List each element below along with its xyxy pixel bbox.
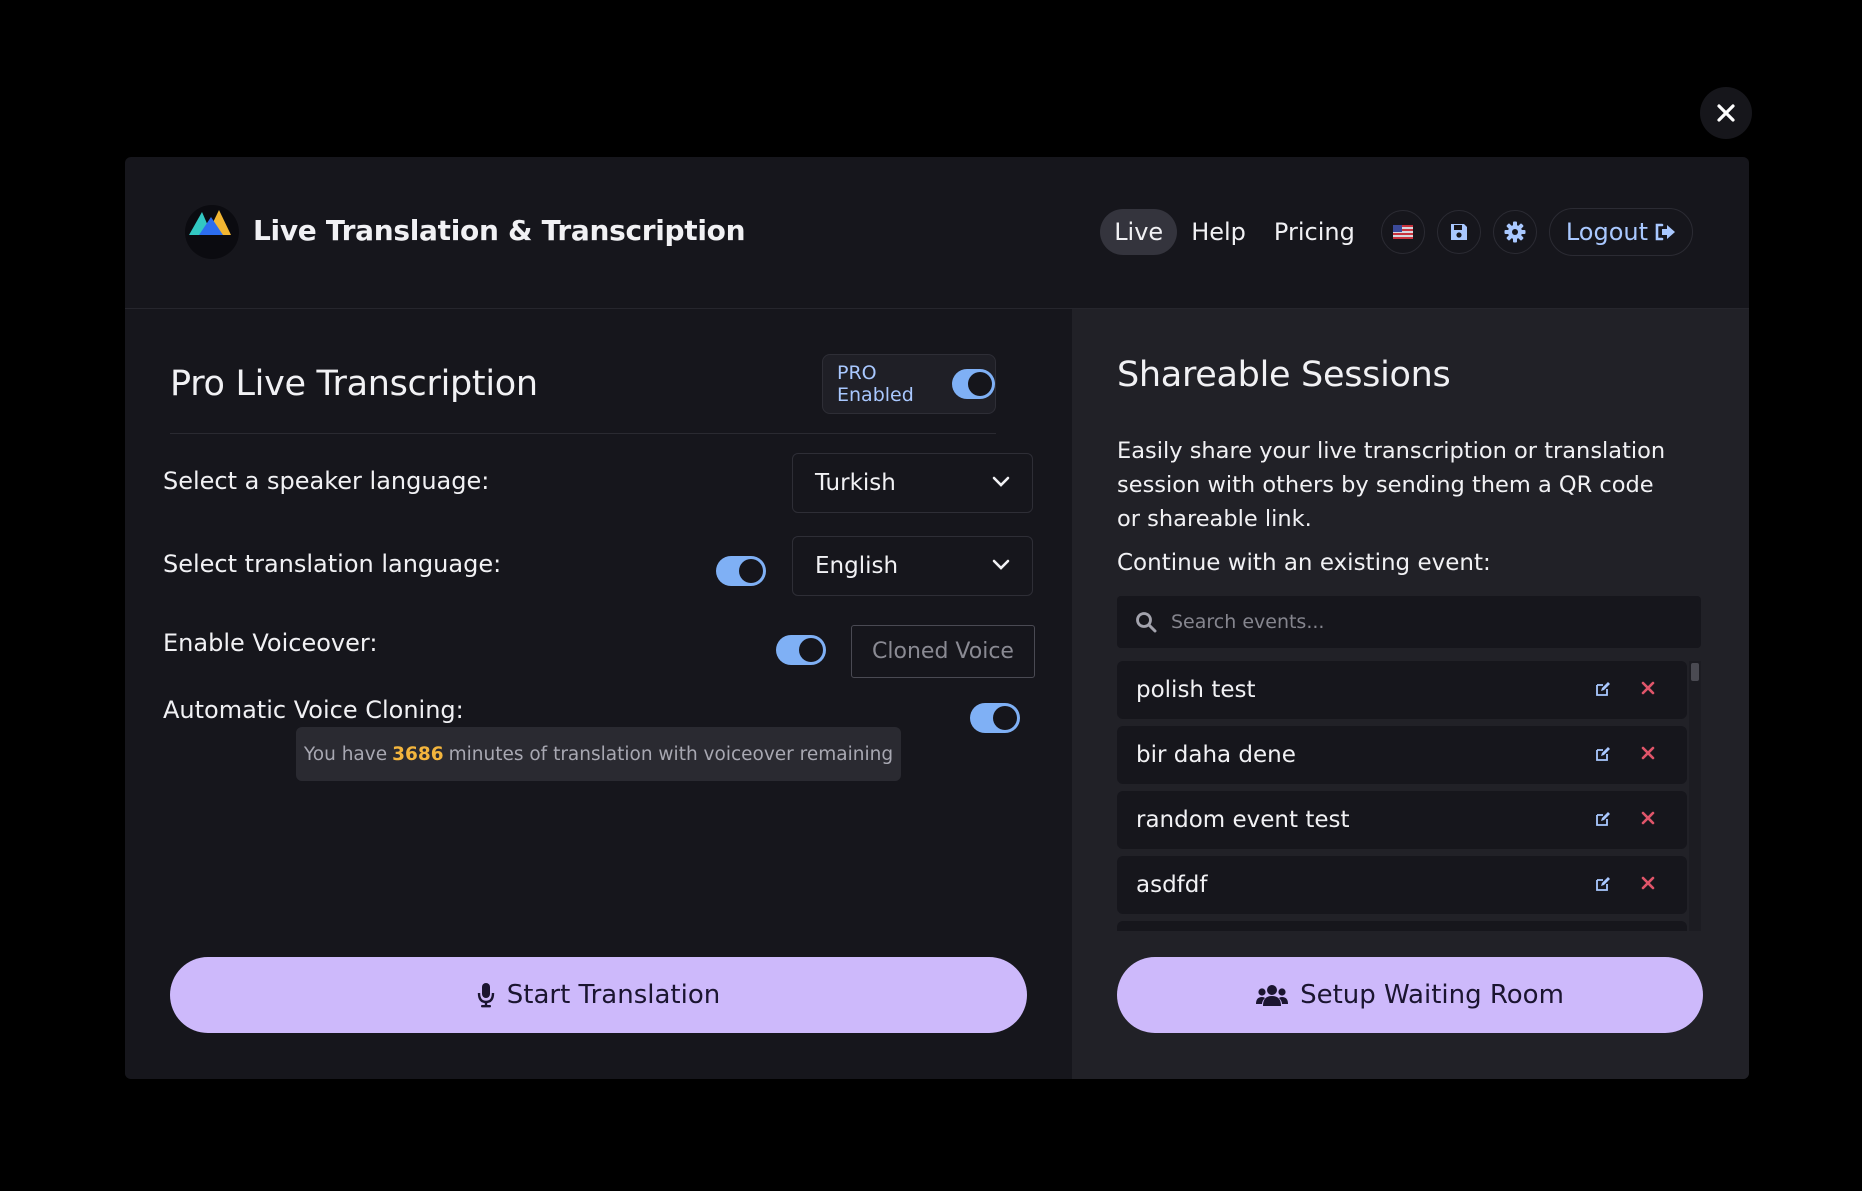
setup-waiting-room-button[interactable]: Setup Waiting Room bbox=[1117, 957, 1703, 1033]
cloned-voice-field[interactable] bbox=[851, 625, 1035, 678]
event-name: polish test bbox=[1136, 677, 1256, 703]
edit-icon[interactable] bbox=[1595, 681, 1611, 697]
logout-icon bbox=[1655, 223, 1675, 241]
modal: Live Translation & Transcription Live He… bbox=[125, 157, 1749, 1079]
scrollbar-thumb[interactable] bbox=[1691, 663, 1699, 681]
translation-language-label: Select translation language: bbox=[163, 550, 502, 578]
nav-live[interactable]: Live bbox=[1100, 209, 1178, 255]
events-scrollbar[interactable] bbox=[1689, 661, 1701, 931]
shareable-sessions-panel: Shareable Sessions Easily share your liv… bbox=[1072, 309, 1749, 1079]
list-item[interactable]: random event test bbox=[1117, 791, 1687, 849]
app-header: Live Translation & Transcription Live He… bbox=[125, 157, 1749, 309]
close-icon bbox=[1717, 104, 1735, 122]
delete-icon[interactable] bbox=[1641, 811, 1655, 825]
list-item[interactable]: polish test bbox=[1117, 661, 1687, 719]
voiceover-toggle[interactable] bbox=[776, 635, 826, 665]
auto-clone-label: Automatic Voice Cloning: bbox=[163, 696, 464, 724]
event-search[interactable] bbox=[1117, 596, 1701, 648]
minutes-count: 3686 bbox=[392, 743, 444, 765]
auto-clone-toggle[interactable] bbox=[970, 703, 1020, 733]
pro-enabled-label: PRO Enabled bbox=[837, 362, 914, 406]
divider bbox=[170, 433, 996, 434]
settings-button[interactable] bbox=[1492, 210, 1537, 254]
list-item[interactable]: bir daha dene bbox=[1117, 726, 1687, 784]
sessions-description: Easily share your live transcription or … bbox=[1117, 438, 1666, 532]
events-list: polish test bir daha dene random event t… bbox=[1117, 661, 1701, 931]
translation-toggle[interactable] bbox=[716, 556, 766, 586]
top-nav: Live Help Pricing Logout bbox=[1100, 207, 1693, 257]
event-name: random event test bbox=[1136, 807, 1350, 833]
save-icon bbox=[1450, 224, 1467, 240]
language-flag-button[interactable] bbox=[1380, 210, 1425, 254]
voiceover-label: Enable Voiceover: bbox=[163, 629, 378, 657]
logout-label: Logout bbox=[1565, 218, 1648, 246]
logout-button[interactable]: Logout bbox=[1548, 208, 1693, 256]
microphone-icon bbox=[477, 983, 494, 1008]
delete-icon[interactable] bbox=[1641, 876, 1655, 890]
chevron-down-icon bbox=[992, 476, 1010, 487]
translation-language-value: English bbox=[815, 553, 899, 579]
event-name: bir daha dene bbox=[1136, 742, 1296, 768]
gear-icon bbox=[1504, 221, 1526, 243]
app-title: Live Translation & Transcription bbox=[253, 214, 746, 247]
speaker-language-label: Select a speaker language: bbox=[163, 467, 490, 495]
delete-icon[interactable] bbox=[1641, 681, 1655, 695]
event-name: asdfdf bbox=[1136, 872, 1208, 898]
nav-help[interactable]: Help bbox=[1177, 209, 1260, 255]
chevron-down-icon bbox=[992, 559, 1010, 570]
minutes-prefix: You have bbox=[303, 743, 388, 765]
save-button[interactable] bbox=[1436, 210, 1481, 254]
us-flag-icon bbox=[1392, 225, 1413, 239]
app-logo bbox=[185, 205, 239, 259]
translation-language-select[interactable]: English bbox=[792, 536, 1033, 596]
transcription-panel: Pro Live Transcription PRO Enabled Selec… bbox=[125, 309, 1072, 1079]
pro-enabled-badge: PRO Enabled bbox=[822, 354, 996, 414]
delete-icon[interactable] bbox=[1641, 746, 1655, 760]
edit-icon[interactable] bbox=[1595, 876, 1611, 892]
edit-icon[interactable] bbox=[1595, 811, 1611, 827]
setup-waiting-room-label: Setup Waiting Room bbox=[1300, 980, 1564, 1010]
speaker-language-value: Turkish bbox=[815, 470, 896, 496]
nav-pricing[interactable]: Pricing bbox=[1260, 209, 1369, 255]
panel-title: Pro Live Transcription bbox=[170, 364, 538, 404]
list-item[interactable] bbox=[1117, 921, 1687, 931]
sessions-title: Shareable Sessions bbox=[1117, 355, 1451, 395]
start-translation-label: Start Translation bbox=[506, 980, 721, 1010]
edit-icon[interactable] bbox=[1595, 746, 1611, 762]
minutes-suffix: minutes of translation with voiceover re… bbox=[448, 743, 894, 765]
continue-label: Continue with an existing event: bbox=[1117, 550, 1491, 576]
close-modal-button[interactable] bbox=[1700, 87, 1752, 139]
search-input[interactable] bbox=[1171, 611, 1651, 633]
pro-enabled-toggle[interactable] bbox=[952, 369, 995, 399]
list-item[interactable]: asdfdf bbox=[1117, 856, 1687, 914]
users-icon bbox=[1256, 985, 1289, 1006]
start-translation-button[interactable]: Start Translation bbox=[170, 957, 1027, 1033]
speaker-language-select[interactable]: Turkish bbox=[792, 453, 1033, 513]
search-icon bbox=[1136, 612, 1157, 633]
minutes-remaining: You have 3686 minutes of translation wit… bbox=[296, 727, 901, 781]
